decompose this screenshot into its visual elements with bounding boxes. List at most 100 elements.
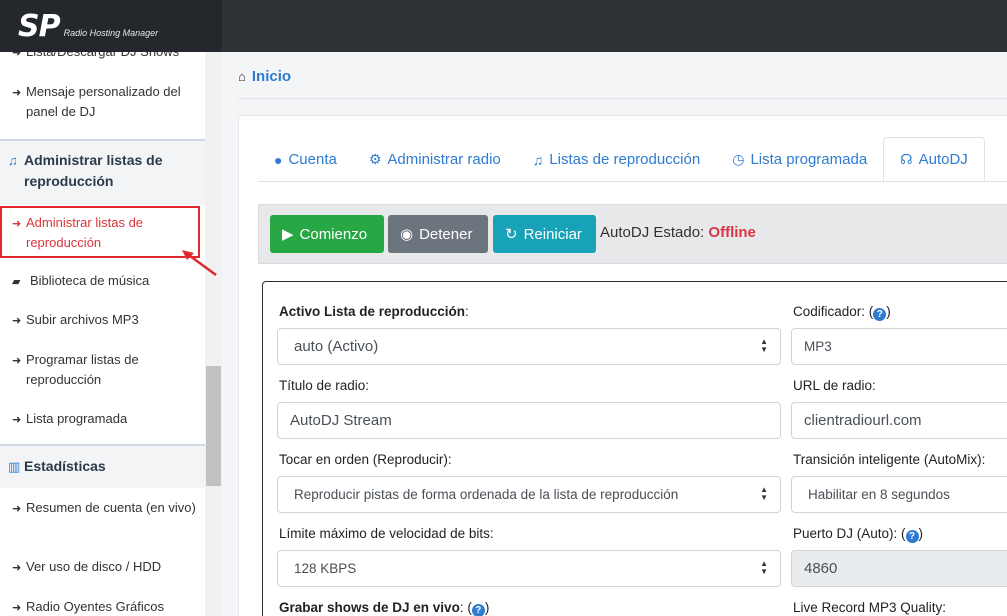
sidebar-item-schedule-playlists[interactable]: ➜ Programar listas de reproducción [0,350,205,390]
smart-transition-select[interactable]: Habilitar en 8 segundos [791,476,1007,513]
circle-chevron-right-icon: ➜ [12,52,22,59]
sidebar-item-label: Lista/Descargar DJ Shows [26,52,179,62]
dj-port-label: Puerto DJ (Auto): (?) [793,526,924,543]
logo-subtitle: Radio Hosting Manager [63,28,159,38]
music-icon: ♫ [8,153,18,168]
logo-mark: SP [18,8,61,44]
sidebar-item-label: Resumen de cuenta (en vivo) [26,500,196,515]
autodj-status: AutoDJ Estado: Offline [600,224,756,241]
smart-transition-label: Transición inteligente (AutoMix): [793,452,986,467]
refresh-icon: ↻ [505,226,518,243]
select-caret-icon: ▲ ▼ [760,559,768,576]
user-circle-icon: ● [274,151,283,168]
start-button-label: Comienzo [299,225,368,243]
stop-icon: ◉ [400,226,414,243]
select-caret-icon: ▲ ▼ [760,485,768,502]
sidebar-section-stats[interactable]: ▥ Estadísticas [0,446,205,488]
dj-port-input: 4860 [791,550,1007,587]
tab-manage-radio[interactable]: ⚙ Administrar radio [353,137,517,182]
sidebar-item-label: Administrar listas de reproducción [26,215,144,250]
status-value: Offline [708,224,756,241]
sidebar-item-listener-graphs[interactable]: ➜ Radio Oyentes Gráficos [0,597,205,616]
tab-label: Administrar radio [387,151,501,168]
sidebar-item-label: Programar listas de reproducción [26,352,139,387]
play-order-select[interactable]: Reproducir pistas de forma ordenada de l… [277,476,781,513]
sidebar-item-upload-mp3[interactable]: ➜ Subir archivos MP3 [0,310,205,331]
stop-button-label: Detener [419,225,473,243]
live-record-quality-label: Live Record MP3 Quality: [793,600,947,615]
sidebar-scrollbar-thumb[interactable] [206,366,221,486]
gear-icon: ⚙ [368,151,382,167]
circle-chevron-right-icon: ➜ [12,87,22,99]
sidebar-section-label: Estadísticas [24,458,106,474]
tab-account[interactable]: ● Cuenta [258,137,353,182]
annotation-arrow-icon [182,250,217,277]
tab-label: Listas de reproducción [549,151,701,168]
circle-chevron-right-icon: ➜ [12,414,22,426]
help-icon[interactable]: ? [873,308,887,321]
sidebar-item-label: Subir archivos MP3 [26,312,139,327]
radio-url-input[interactable]: clientradiourl.com [791,402,1007,439]
active-playlist-select[interactable]: auto (Activo) ▲ ▼ [277,328,781,365]
stop-button[interactable]: ◉ Detener [388,215,488,253]
sidebar-item-music-library[interactable]: ▰ Biblioteca de música [0,271,205,292]
help-icon[interactable]: ? [471,604,485,616]
sidebar-item-dj-message[interactable]: ➜ Mensaje personalizado del panel de DJ [0,82,205,122]
circle-chevron-right-icon: ➜ [12,315,22,327]
breadcrumb-home-label: Inicio [251,68,292,85]
restart-button-label: Reiniciar [523,225,582,243]
status-label: AutoDJ Estado: [600,224,705,241]
restart-button[interactable]: ↻ Reiniciar [493,215,596,253]
tab-autodj[interactable]: ☊ AutoDJ [883,137,985,182]
record-shows-label: Grabar shows de DJ en vivo: (?) [279,600,490,616]
help-icon[interactable]: ? [905,530,919,543]
select-caret-icon: ▲ ▼ [760,337,768,354]
sidebar-item-scheduled-list[interactable]: ➜ Lista programada [0,409,205,430]
tab-label: AutoDJ [918,151,968,168]
radio-title-input[interactable]: AutoDJ Stream [277,402,781,439]
tab-bar: ● Cuenta ⚙ Administrar radio ♫ Listas de… [258,137,985,182]
headphones-icon: ☊ [900,151,913,167]
sidebar-item-label: Radio Oyentes Gráficos [26,599,165,614]
tab-label: Cuenta [288,151,337,168]
circle-chevron-right-icon: ➜ [12,503,22,515]
sidebar-item-label: Ver uso de disco / HDD [26,559,162,574]
home-icon: ⌂ [238,69,246,84]
sidebar-scrollbar[interactable] [205,52,222,616]
clock-icon: ◷ [732,151,745,167]
sidebar-item-dj-shows[interactable]: ➜ Lista/Descargar DJ Shows [0,52,205,63]
bitrate-label: Límite máximo de velocidad de bits: [279,526,494,541]
folder-open-icon: ▰ [12,276,21,288]
encoder-select[interactable]: MP3 [791,328,1007,365]
sidebar: ➜ Lista/Descargar DJ Shows ➜ Mensaje per… [0,52,222,616]
start-button[interactable]: ▶ Comienzo [270,215,384,253]
music-icon: ♫ [532,151,544,168]
sidebar-item-label: Biblioteca de música [30,273,150,288]
bar-chart-icon: ▥ [8,459,21,474]
sidebar-item-label: Lista programada [26,411,128,426]
logo[interactable]: SP Radio Hosting Manager [0,0,222,52]
active-playlist-label: Activo Lista de reproducción: [279,304,469,319]
sidebar-item-account-summary[interactable]: ➜ Resumen de cuenta (en vivo) [0,498,205,519]
circle-chevron-right-icon: ➜ [12,562,22,574]
divider [258,181,1007,182]
tab-label: Lista programada [750,151,868,168]
sidebar-item-label: Mensaje personalizado del panel de DJ [26,84,181,119]
breadcrumb[interactable]: ⌂ Inicio [238,68,291,85]
bitrate-select[interactable]: 128 KBPS ▲ ▼ [277,550,781,587]
divider [238,98,1007,99]
sidebar-section-playlists[interactable]: ♫ Administrar listas de reproducción [0,141,205,205]
radio-title-label: Título de radio: [279,378,370,393]
circle-chevron-right-icon: ➜ [12,218,22,230]
sidebar-section-label: Administrar listas de reproducción [24,152,163,189]
tab-scheduled-list[interactable]: ◷ Lista programada [716,137,883,182]
radio-url-label: URL de radio: [793,378,876,393]
sidebar-item-disk-usage[interactable]: ➜ Ver uso de disco / HDD [0,557,205,578]
tab-playlists[interactable]: ♫ Listas de reproducción [517,137,716,182]
circle-chevron-right-icon: ➜ [12,602,22,614]
circle-chevron-right-icon: ➜ [12,355,22,367]
sidebar-item-manage-playlists[interactable]: ➜ Administrar listas de reproducción [0,206,200,258]
encoder-label: Codificador: (?) [793,304,891,321]
play-order-label: Tocar en orden (Reproducir): [279,452,452,467]
play-icon: ▶ [282,226,294,243]
